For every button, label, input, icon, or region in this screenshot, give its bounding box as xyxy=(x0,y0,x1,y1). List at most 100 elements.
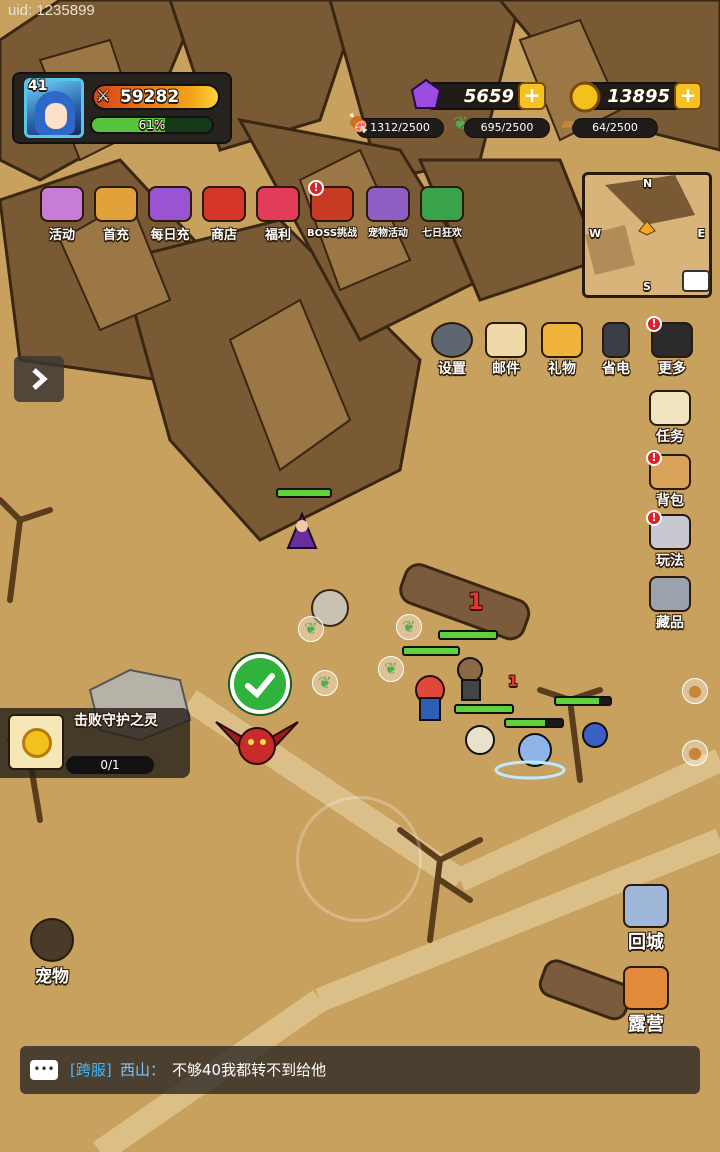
menu-label: 宠物活动 xyxy=(368,228,408,239)
collection-button[interactable]: 藏品 xyxy=(642,576,698,632)
quest-tracker[interactable]: 击败守护之灵 0/1 xyxy=(0,708,190,778)
collection-label: 藏品 xyxy=(656,615,684,631)
paw-icon xyxy=(30,918,74,962)
hero-hp-bar xyxy=(454,704,514,714)
quest-button[interactable]: 任务 xyxy=(642,390,698,446)
shop-icon xyxy=(202,186,246,222)
menu-label: 首充 xyxy=(102,228,129,243)
check-marker xyxy=(230,654,290,714)
menu-boss-challenge[interactable]: BOSS挑战 ! xyxy=(302,180,362,246)
more-button[interactable]: 更多 ! xyxy=(644,316,700,378)
food-value: 1312/2500 xyxy=(370,121,430,134)
pet-button[interactable]: 宠物 xyxy=(22,918,82,987)
check-icon xyxy=(245,673,275,699)
chat-icon: ••• xyxy=(30,1060,58,1080)
menu-seven-day[interactable]: 七日狂欢 xyxy=(412,186,472,246)
camera-icon[interactable] xyxy=(682,270,710,292)
menu-label: BOSS挑战 xyxy=(306,228,358,239)
gem-counter: 5659 + xyxy=(410,78,546,110)
gold-coin-icon xyxy=(8,714,64,770)
gold-value: 13895 xyxy=(607,86,670,107)
enemy-hp-bar xyxy=(276,488,332,498)
hero-squad[interactable] xyxy=(390,640,610,790)
herb-bubble-icon[interactable]: ❦ xyxy=(312,670,338,696)
menu-label: 每日充 xyxy=(150,228,190,243)
battery-icon xyxy=(602,322,630,358)
damage-number: 1 xyxy=(468,590,484,615)
hero-hp-bar xyxy=(402,646,460,656)
backpack-button[interactable]: 背包 ! xyxy=(642,450,698,510)
gift-label: 礼物 xyxy=(548,361,576,377)
exp-bar: 61% xyxy=(90,116,214,134)
camp-icon xyxy=(623,966,669,1010)
player-level: 41 xyxy=(28,78,48,94)
compass-e: E xyxy=(697,227,705,240)
backpack-label: 背包 xyxy=(656,493,684,509)
menu-event[interactable]: 活动 xyxy=(32,186,92,246)
herb-bubble-icon[interactable]: ❦ xyxy=(298,616,324,642)
daily-chest-icon xyxy=(148,186,192,222)
enemy-mage[interactable] xyxy=(284,511,320,552)
trophy-icon xyxy=(649,576,691,612)
compass-n: N xyxy=(643,177,653,190)
settings-button[interactable]: 设置 xyxy=(424,322,480,378)
herb-bubble-icon[interactable]: ❦ xyxy=(378,656,404,682)
gift-house-icon xyxy=(541,322,583,358)
menu-first-recharge[interactable]: 首充 xyxy=(86,186,146,246)
menu-label: 商店 xyxy=(210,228,237,243)
gift-button[interactable]: 礼物 xyxy=(534,322,590,378)
return-city-button[interactable]: 回城 xyxy=(616,884,676,954)
chevron-right-icon xyxy=(32,368,48,390)
settings-label: 设置 xyxy=(438,361,466,377)
expand-panel-button[interactable] xyxy=(14,356,64,402)
hero-hp-bar xyxy=(554,696,612,706)
herb-bubble-icon[interactable]: ❦ xyxy=(396,614,422,640)
exp-percent: 61% xyxy=(138,118,166,132)
hero-hp-bar xyxy=(438,630,498,640)
gift-icon xyxy=(256,186,300,222)
alert-badge: ! xyxy=(308,180,324,196)
wood-bubble-icon[interactable]: ● xyxy=(682,740,708,766)
combat-power-value: 59282 xyxy=(120,87,180,107)
add-gold-button[interactable]: + xyxy=(674,82,702,110)
user-id: uid: 1235899 xyxy=(8,2,95,19)
chat-sender: 西山： xyxy=(120,1061,166,1079)
portal-icon xyxy=(623,884,669,928)
mail-button[interactable]: 邮件 xyxy=(478,322,534,378)
herb-counter: ❦ 695/2500 xyxy=(453,115,550,138)
gear-icon xyxy=(431,322,473,358)
gold-counter: 13895 + xyxy=(569,81,702,113)
virtual-joystick[interactable] xyxy=(296,796,422,922)
chat-bar[interactable]: ••• [跨服] 西山： 不够40我都转不到给他 xyxy=(20,1046,700,1094)
return-city-label: 回城 xyxy=(628,932,664,953)
camp-button[interactable]: 露营 xyxy=(616,966,676,1036)
wood-bubble-icon[interactable]: ● xyxy=(682,678,708,704)
mail-icon xyxy=(485,322,527,358)
food-counter: 🍖 1312/2500 xyxy=(347,115,444,138)
seven-day-icon xyxy=(420,186,464,222)
hero-hp-bar xyxy=(504,718,564,728)
chat-channel: [跨服] xyxy=(70,1061,112,1079)
player-panel[interactable]: 41 ⚔ 59282 61% xyxy=(12,72,232,144)
power-save-label: 省电 xyxy=(602,361,630,377)
wood-counter: ▰ 64/2500 xyxy=(561,115,658,138)
gameplay-label: 玩法 xyxy=(656,553,684,569)
guardian-demon[interactable] xyxy=(214,712,300,772)
gold-coin-icon xyxy=(569,81,601,113)
herb-icon: ❦ xyxy=(453,113,469,134)
menu-welfare[interactable]: 福利 xyxy=(248,186,308,246)
herb-value: 695/2500 xyxy=(480,121,534,134)
power-save-button[interactable]: 省电 xyxy=(588,322,644,378)
pet-event-icon xyxy=(366,186,410,222)
camp-label: 露营 xyxy=(628,1014,664,1035)
menu-label: 活动 xyxy=(48,228,75,243)
damage-number: 1 xyxy=(508,674,518,690)
gameplay-button[interactable]: 玩法 ! xyxy=(642,510,698,570)
quest-label: 任务 xyxy=(656,429,684,445)
menu-daily-recharge[interactable]: 每日充 xyxy=(140,186,200,246)
wood-value: 64/2500 xyxy=(592,121,638,134)
pet-label: 宠物 xyxy=(35,967,69,987)
menu-shop[interactable]: 商店 xyxy=(194,186,254,246)
add-gems-button[interactable]: + xyxy=(518,82,546,110)
menu-pet-event[interactable]: 宠物活动 xyxy=(358,186,418,246)
